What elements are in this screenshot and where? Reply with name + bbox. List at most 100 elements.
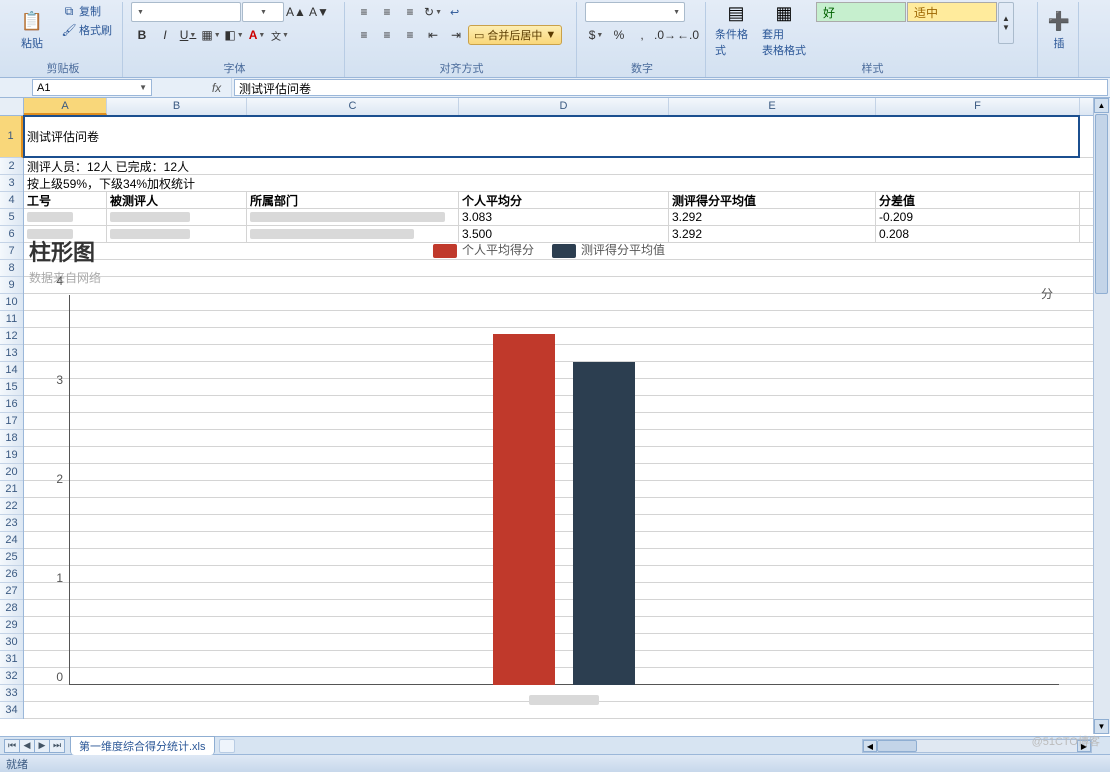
row-header[interactable]: 27: [0, 583, 23, 600]
cell[interactable]: 3.083: [459, 209, 669, 225]
align-top-button[interactable]: ≡: [353, 2, 375, 22]
scroll-left-button[interactable]: ◀: [863, 740, 877, 752]
cell[interactable]: 测评人员：12人 已完成：12人: [24, 158, 1080, 174]
row-header[interactable]: 5: [0, 209, 23, 226]
row-header[interactable]: 9: [0, 277, 23, 294]
row-header[interactable]: 12: [0, 328, 23, 345]
row-header[interactable]: 30: [0, 634, 23, 651]
cell[interactable]: [107, 209, 247, 225]
comma-button[interactable]: ,: [631, 25, 653, 45]
col-header-b[interactable]: B: [107, 98, 247, 115]
row-header[interactable]: 34: [0, 702, 23, 719]
name-box[interactable]: A1 ▼: [32, 79, 152, 96]
row-header[interactable]: 26: [0, 566, 23, 583]
row-header[interactable]: 3: [0, 175, 23, 192]
scroll-thumb[interactable]: [1095, 114, 1108, 294]
row-header[interactable]: 28: [0, 600, 23, 617]
sheet-tab-active[interactable]: 第一维度综合得分统计.xls: [70, 736, 215, 755]
scroll-up-button[interactable]: ▲: [1094, 98, 1109, 113]
row-header[interactable]: 17: [0, 413, 23, 430]
decrease-indent-button[interactable]: ⇤: [422, 25, 444, 45]
row-header[interactable]: 11: [0, 311, 23, 328]
cell[interactable]: [247, 209, 459, 225]
wrap-text-button[interactable]: ↩: [445, 2, 464, 22]
row-header[interactable]: 32: [0, 668, 23, 685]
col-header-a[interactable]: A: [24, 98, 107, 115]
row-header-1[interactable]: 1: [0, 116, 23, 158]
copy-button[interactable]: ⧉ 复制: [58, 2, 116, 20]
underline-button[interactable]: U▼: [177, 25, 199, 45]
decrease-font-button[interactable]: A▼: [308, 2, 330, 22]
spreadsheet-grid[interactable]: A B C D E F 1 2 3 4 5 6 7 8 9 10 11 12 1…: [0, 98, 1110, 736]
increase-indent-button[interactable]: ⇥: [445, 25, 467, 45]
row-header[interactable]: 7: [0, 243, 23, 260]
font-family-select[interactable]: ▼: [131, 2, 241, 22]
row-header[interactable]: 4: [0, 192, 23, 209]
row-header[interactable]: 19: [0, 447, 23, 464]
row-header[interactable]: 24: [0, 532, 23, 549]
table-format-button[interactable]: ▦ 套用 表格格式: [762, 2, 806, 58]
cell-style-neutral[interactable]: 适中: [907, 2, 997, 22]
row-header[interactable]: 25: [0, 549, 23, 566]
tab-next-button[interactable]: ▶: [34, 739, 50, 753]
align-left-button[interactable]: ≡: [353, 25, 375, 45]
increase-decimal-button[interactable]: .0→: [654, 25, 676, 45]
orientation-button[interactable]: ↻▼: [422, 2, 444, 22]
row-header[interactable]: 31: [0, 651, 23, 668]
cell[interactable]: 所属部门: [247, 192, 459, 208]
cell[interactable]: 被测评人: [107, 192, 247, 208]
increase-font-button[interactable]: A▲: [285, 2, 307, 22]
fill-color-button[interactable]: ◧▼: [223, 25, 245, 45]
currency-button[interactable]: $▼: [585, 25, 607, 45]
vertical-scrollbar[interactable]: ▲ ▼: [1093, 98, 1110, 734]
scroll-thumb[interactable]: [877, 740, 917, 752]
scroll-down-button[interactable]: ▼: [1094, 719, 1109, 734]
cell[interactable]: 工号: [24, 192, 107, 208]
row-header[interactable]: 20: [0, 464, 23, 481]
embedded-chart[interactable]: 柱形图 数据来自网络 个人平均得分 测评得分平均值 分 0 1 2 3 4: [29, 235, 1069, 715]
row-header[interactable]: 33: [0, 685, 23, 702]
col-header-f[interactable]: F: [876, 98, 1080, 115]
row-header[interactable]: 18: [0, 430, 23, 447]
cell[interactable]: 测评得分平均值: [669, 192, 876, 208]
paste-button[interactable]: 📋 粘贴: [10, 2, 54, 58]
style-gallery-expand[interactable]: ▲▼: [998, 2, 1014, 44]
row-header[interactable]: 14: [0, 362, 23, 379]
col-header-d[interactable]: D: [459, 98, 669, 115]
row-header[interactable]: 15: [0, 379, 23, 396]
phonetic-button[interactable]: 文▼: [269, 25, 291, 45]
fx-icon[interactable]: fx: [202, 78, 232, 97]
font-size-select[interactable]: ▼: [242, 2, 284, 22]
cell[interactable]: [24, 209, 107, 225]
format-painter-button[interactable]: 🖌 格式刷: [58, 21, 116, 39]
decrease-decimal-button[interactable]: ←.0: [677, 25, 699, 45]
row-header[interactable]: 22: [0, 498, 23, 515]
row-header[interactable]: 13: [0, 345, 23, 362]
tab-last-button[interactable]: ⏭: [49, 739, 65, 753]
cells-area[interactable]: 测试评估问卷 测评人员：12人 已完成：12人 按上级59%，下级34%加权统计…: [24, 116, 1110, 736]
align-center-button[interactable]: ≡: [376, 25, 398, 45]
merge-center-button[interactable]: ▭ 合并后居中 ▼: [468, 25, 562, 45]
percent-button[interactable]: %: [608, 25, 630, 45]
row-header[interactable]: 6: [0, 226, 23, 243]
new-sheet-button[interactable]: [219, 739, 235, 753]
col-header-c[interactable]: C: [247, 98, 459, 115]
row-header[interactable]: 10: [0, 294, 23, 311]
cell[interactable]: -0.209: [876, 209, 1080, 225]
select-all-corner[interactable]: [0, 98, 24, 116]
align-right-button[interactable]: ≡: [399, 25, 421, 45]
align-bottom-button[interactable]: ≡: [399, 2, 421, 22]
cell-a1-merged[interactable]: 测试评估问卷: [24, 116, 1080, 157]
insert-button-partial[interactable]: ➕ 插: [1046, 2, 1072, 58]
bold-button[interactable]: B: [131, 25, 153, 45]
cell[interactable]: 个人平均分: [459, 192, 669, 208]
row-header[interactable]: 23: [0, 515, 23, 532]
border-button[interactable]: ▦▼: [200, 25, 222, 45]
row-header[interactable]: 29: [0, 617, 23, 634]
font-color-button[interactable]: A▼: [246, 25, 268, 45]
number-format-select[interactable]: ▼: [585, 2, 685, 22]
formula-input[interactable]: 测试评估问卷: [234, 79, 1108, 96]
row-header[interactable]: 2: [0, 158, 23, 175]
cell[interactable]: 3.292: [669, 209, 876, 225]
row-header[interactable]: 8: [0, 260, 23, 277]
